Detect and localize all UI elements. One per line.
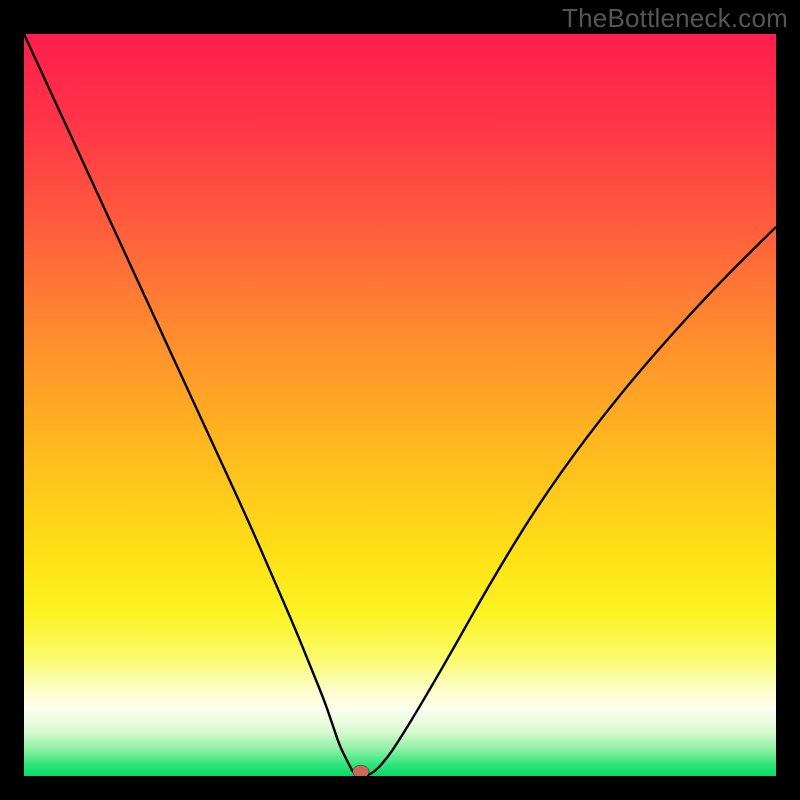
watermark-text: TheBottleneck.com — [562, 3, 788, 34]
chart-svg — [24, 34, 776, 776]
optimal-point-marker — [353, 765, 370, 776]
chart-plot-area — [24, 34, 776, 776]
chart-frame: TheBottleneck.com — [0, 0, 800, 800]
heatmap-background — [24, 34, 776, 776]
